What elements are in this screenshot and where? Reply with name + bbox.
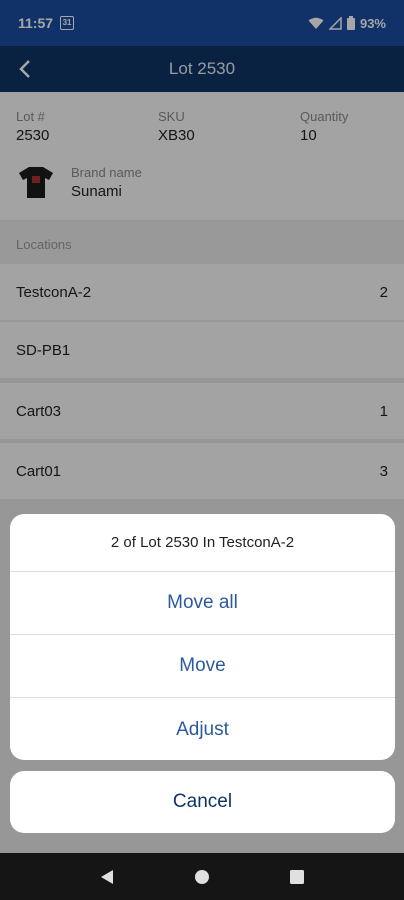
- action-sheet-title: 2 of Lot 2530 In TestconA-2: [10, 514, 395, 572]
- nav-back-button[interactable]: [92, 862, 122, 892]
- move-button[interactable]: Move: [10, 635, 395, 698]
- move-all-button[interactable]: Move all: [10, 572, 395, 635]
- cancel-button[interactable]: Cancel: [10, 771, 395, 833]
- modal-scrim[interactable]: [0, 0, 404, 900]
- circle-home-icon: [194, 869, 209, 884]
- action-sheet: 2 of Lot 2530 In TestconA-2 Move all Mov…: [10, 514, 395, 760]
- square-recents-icon: [289, 869, 304, 884]
- system-nav-bar: [0, 853, 404, 900]
- nav-home-button[interactable]: [187, 862, 217, 892]
- triangle-back-icon: [101, 869, 114, 884]
- adjust-button[interactable]: Adjust: [10, 698, 395, 760]
- nav-recents-button[interactable]: [282, 862, 312, 892]
